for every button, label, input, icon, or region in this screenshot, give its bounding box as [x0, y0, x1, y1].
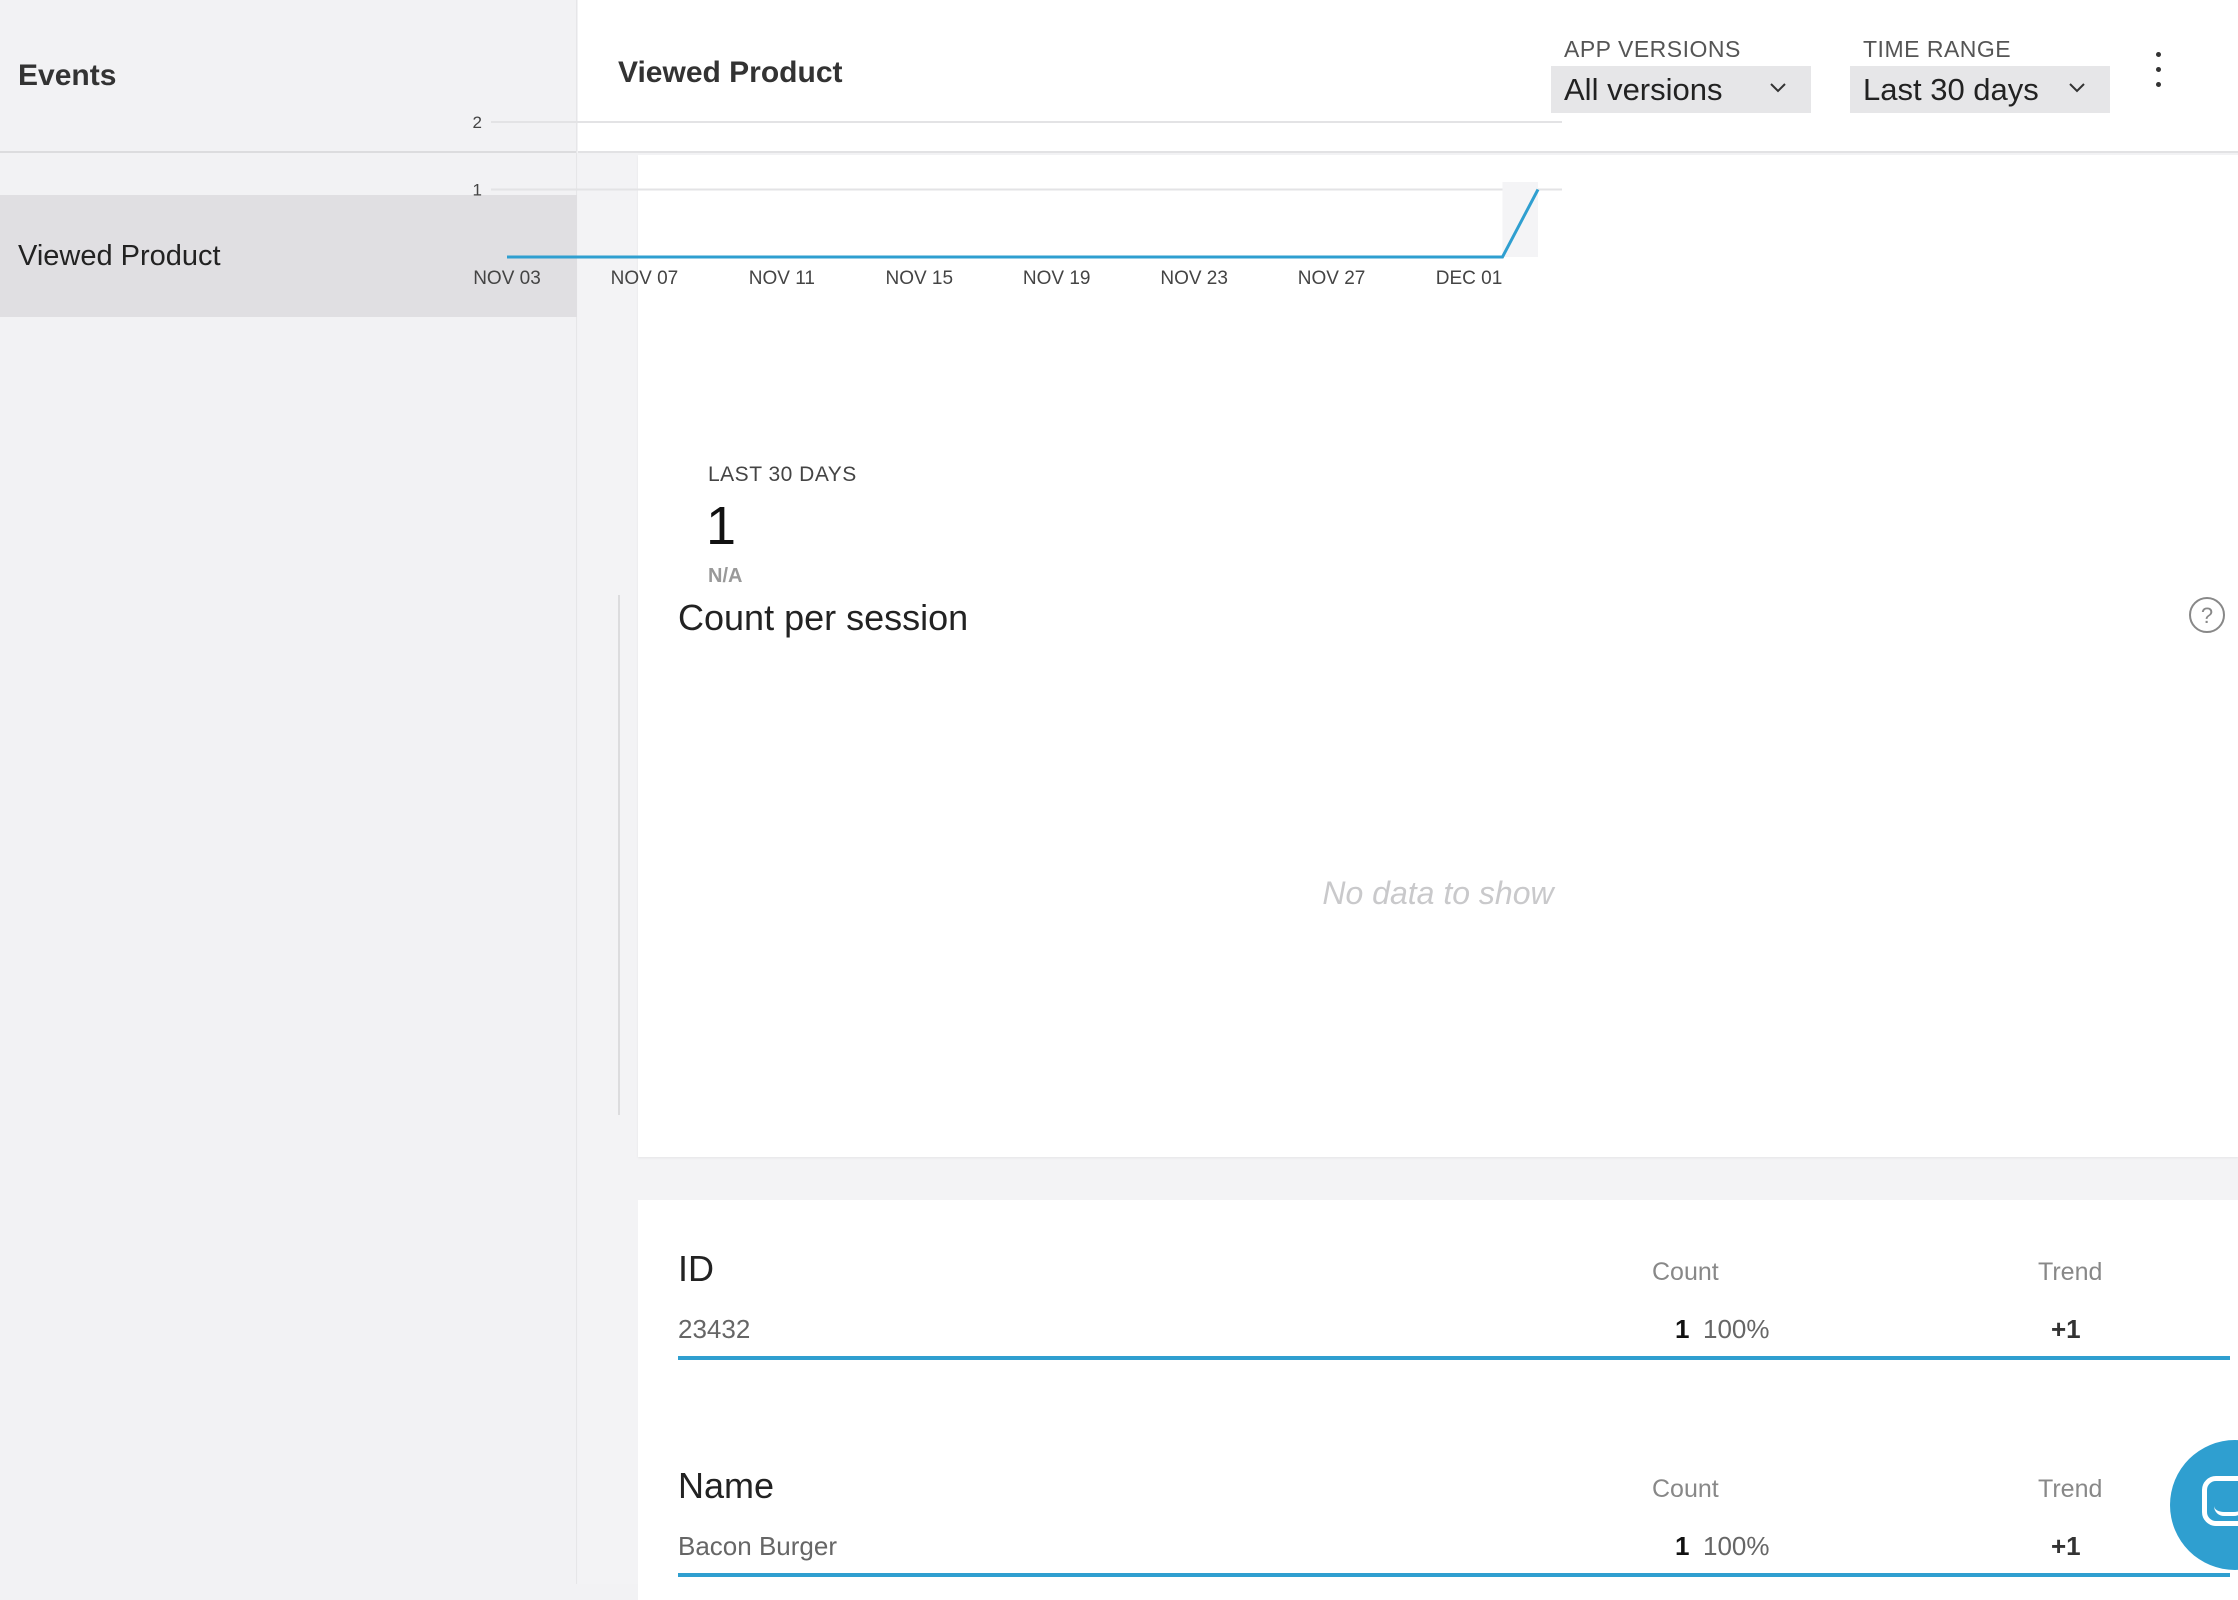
line-chart: 1 2 NOV 03 NOV 07 NOV 11 NOV 15 NOV 19 NOV 23 NO…	[473, 113, 1562, 289]
app-versions-label: APP VERSIONS	[1564, 36, 1741, 62]
table-row[interactable]: Bacon Burger 1 100% +1	[678, 1517, 2230, 1577]
property-title: ID	[678, 1248, 714, 1289]
time-range-value: Last 30 days	[1863, 71, 2039, 107]
series-line	[507, 188, 1540, 259]
count-column-header: Count	[1652, 1258, 1719, 1286]
app-versions-select[interactable]: All versions	[1551, 66, 1811, 113]
x-tick-label: DEC 01	[1436, 268, 1503, 289]
row-count: 1	[1675, 1314, 1690, 1344]
x-tick-label: NOV 19	[1023, 268, 1091, 289]
row-percent: 100%	[1703, 1531, 1770, 1561]
more-options-icon[interactable]	[2148, 52, 2168, 96]
summary-sub: N/A	[708, 565, 743, 587]
row-label: Bacon Burger	[678, 1531, 837, 1561]
sidebar: Events Viewed Product	[0, 0, 577, 1584]
page-title: Viewed Product	[618, 56, 843, 89]
divider	[618, 595, 620, 1115]
no-data-message: No data to show	[1322, 875, 1554, 911]
sidebar-item-label: Viewed Product	[18, 239, 221, 272]
properties-card: ID Count Trend 23432 1 100% +1 Name Coun…	[638, 1200, 2238, 1600]
time-range-select[interactable]: Last 30 days	[1850, 66, 2110, 113]
event-chart-card: 1 2 NOV 03 NOV 07 NOV 11 NOV 15 NOV 19 NOV 23 NO…	[473, 113, 2238, 1157]
row-percent: 100%	[1703, 1314, 1770, 1344]
x-tick-label: NOV 07	[611, 268, 679, 289]
sidebar-header: Events	[0, 0, 576, 153]
x-tick-label: NOV 27	[1298, 268, 1366, 289]
app-versions-value: All versions	[1564, 71, 1723, 107]
row-count: 1	[1675, 1531, 1690, 1561]
main-content: 1 2 NOV 03 NOV 07 NOV 11 NOV 15 NOV 19 NOV 23 NO…	[473, 113, 2238, 1600]
summary-label: LAST 30 DAYS	[708, 463, 857, 486]
row-label: 23432	[678, 1314, 751, 1344]
y-tick-label: 1	[473, 181, 482, 200]
table-row[interactable]: 23432 1 100% +1	[678, 1300, 2230, 1360]
summary-value: 1	[706, 496, 737, 556]
property-title: Name	[678, 1465, 775, 1506]
trend-column-header: Trend	[2038, 1475, 2103, 1503]
property-header: Name Count Trend	[678, 1457, 2230, 1517]
count-per-session-title: Count per session	[678, 597, 969, 638]
trend-column-header: Trend	[2038, 1258, 2103, 1286]
y-tick-label: 2	[473, 113, 482, 132]
property-header: ID Count Trend	[678, 1240, 2230, 1300]
property-id-block: ID Count Trend 23432 1 100% +1	[678, 1240, 2230, 1360]
header-bar: Viewed Product APP VERSIONS All versions…	[578, 0, 2238, 153]
svg-text:?: ?	[2201, 603, 2213, 628]
help-icon[interactable]: ?	[2188, 596, 2226, 634]
sidebar-title: Events	[18, 58, 117, 92]
x-tick-label: NOV 23	[1160, 268, 1228, 289]
x-tick-label: NOV 15	[885, 268, 953, 289]
sidebar-item-viewed-product[interactable]: Viewed Product	[0, 195, 577, 317]
chat-icon	[2202, 1476, 2238, 1526]
time-range-label: TIME RANGE	[1863, 36, 2012, 62]
property-name-block: Name Count Trend Bacon Burger 1 100% +1	[678, 1457, 2230, 1577]
chevron-down-icon	[1770, 83, 1786, 93]
row-trend: +1	[2051, 1531, 2081, 1561]
row-trend: +1	[2051, 1314, 2081, 1344]
chevron-down-icon	[2069, 83, 2085, 93]
count-column-header: Count	[1652, 1475, 1719, 1503]
x-tick-label: NOV 03	[473, 268, 541, 289]
x-tick-label: NOV 11	[749, 268, 815, 289]
